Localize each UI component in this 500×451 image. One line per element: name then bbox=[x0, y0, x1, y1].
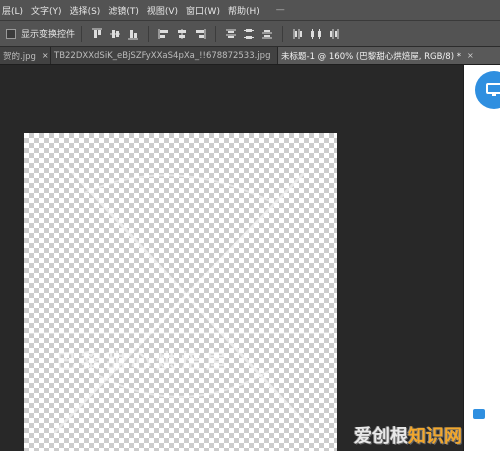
watermark-part1: 爱创根 bbox=[354, 426, 408, 447]
right-panel bbox=[463, 65, 500, 451]
align-top-edges-icon[interactable] bbox=[91, 28, 103, 40]
separator bbox=[81, 25, 83, 42]
align-vertical-centers-icon[interactable] bbox=[109, 28, 121, 40]
tab-label: 贺的.jpg bbox=[3, 51, 36, 62]
distribute-left-icon[interactable] bbox=[292, 28, 304, 40]
distribute-vcenter-icon[interactable] bbox=[243, 28, 255, 40]
distribute-bottom-icon[interactable] bbox=[261, 28, 273, 40]
tab-doc-2[interactable]: TB22DXXdSiK_eBjSZFyXXaS4pXa_!!678872533.… bbox=[51, 47, 278, 64]
site-watermark: 爱创根知识网 bbox=[354, 422, 462, 448]
tab-close-icon[interactable]: × bbox=[42, 51, 49, 60]
faint-layer-text: 巴黎甜心烘焙屋 bbox=[56, 349, 231, 373]
menu-filter[interactable]: 滤镜(T) bbox=[108, 4, 147, 17]
menu-type[interactable]: 文字(Y) bbox=[31, 4, 70, 17]
separator bbox=[215, 25, 217, 42]
menu-help[interactable]: 帮助(H) bbox=[228, 4, 268, 17]
show-transform-label: 显示变换控件 bbox=[21, 30, 76, 40]
distribute-top-icon[interactable] bbox=[225, 28, 237, 40]
faint-line-art bbox=[29, 161, 332, 435]
tab-doc-3-active[interactable]: 未标题-1 @ 160% (巴黎甜心烘焙屋, RGB/8) * × bbox=[278, 47, 500, 64]
distribute-group bbox=[222, 25, 343, 42]
tab-label: 未标题-1 @ 160% (巴黎甜心烘焙屋, RGB/8) * bbox=[281, 51, 461, 62]
tab-doc-1[interactable]: 贺的.jpg × bbox=[0, 47, 51, 64]
align-horizontal-centers-icon[interactable] bbox=[176, 28, 188, 40]
menu-trail: — bbox=[275, 5, 285, 15]
tab-close-icon[interactable]: × bbox=[467, 51, 474, 60]
distribute-hcenter-icon[interactable] bbox=[310, 28, 322, 40]
menu-bar: 层(L) 文字(Y) 选择(S) 滤镜(T) 视图(V) 窗口(W) 帮助(H)… bbox=[0, 0, 500, 21]
mail-icon[interactable] bbox=[473, 409, 485, 419]
show-transform-checkbox[interactable] bbox=[6, 28, 16, 39]
workspace[interactable]: 巴黎甜心烘焙屋 bbox=[0, 65, 463, 451]
tab-label: TB22DXXdSiK_eBjSZFyXXaS4pXa_!!678872533.… bbox=[54, 50, 271, 61]
menu-select[interactable]: 选择(S) bbox=[70, 4, 109, 17]
align-group-1 bbox=[88, 25, 209, 42]
menu-layer[interactable]: 层(L) bbox=[0, 4, 31, 17]
distribute-right-icon[interactable] bbox=[328, 28, 340, 40]
align-right-edges-icon[interactable] bbox=[194, 28, 206, 40]
monitor-icon[interactable] bbox=[475, 71, 500, 109]
separator bbox=[282, 25, 284, 42]
options-bar: 显示变换控件 bbox=[0, 21, 500, 47]
menu-window[interactable]: 窗口(W) bbox=[186, 4, 228, 17]
transparent-canvas[interactable]: 巴黎甜心烘焙屋 bbox=[24, 133, 337, 451]
document-tab-bar: 贺的.jpg × TB22DXXdSiK_eBjSZFyXXaS4pXa_!!6… bbox=[0, 47, 500, 65]
watermark-part2: 知识网 bbox=[408, 426, 462, 447]
menu-view[interactable]: 视图(V) bbox=[147, 4, 186, 17]
align-bottom-edges-icon[interactable] bbox=[127, 28, 139, 40]
align-left-edges-icon[interactable] bbox=[158, 28, 170, 40]
separator bbox=[148, 25, 150, 42]
